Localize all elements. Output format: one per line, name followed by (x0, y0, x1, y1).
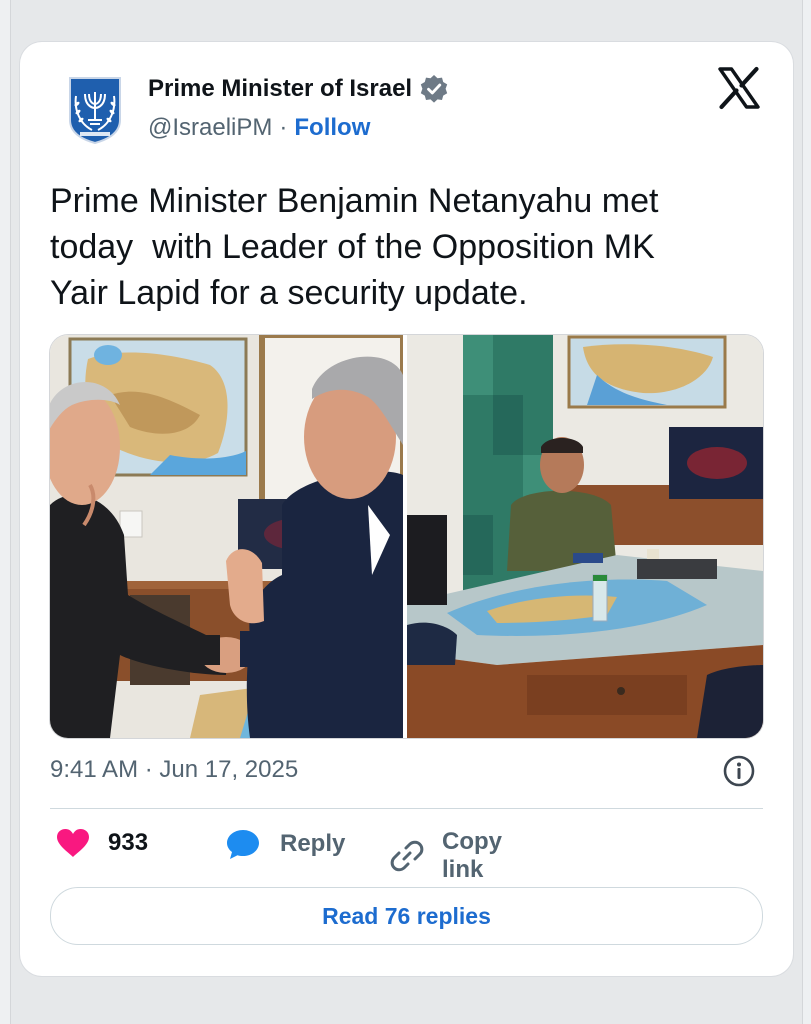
tweet-card[interactable]: Prime Minister of Israel @IsraeliPM · Fo… (20, 42, 793, 976)
follow-button[interactable]: Follow (294, 114, 370, 142)
info-icon[interactable] (722, 754, 756, 788)
read-replies-button[interactable]: Read 76 replies (50, 887, 763, 945)
like-count: 933 (108, 829, 149, 856)
separator-dot: · (279, 114, 288, 141)
like-button[interactable]: 933 (56, 828, 148, 858)
divider (50, 808, 763, 809)
screen-edge-right (802, 0, 811, 1024)
author-name[interactable]: Prime Minister of Israel (148, 75, 412, 103)
tweet-text: Prime Minister Benjamin Netanyahu met to… (50, 182, 659, 312)
heart-icon (56, 828, 90, 858)
reply-bubble-icon (226, 828, 260, 860)
x-logo-icon[interactable] (717, 66, 761, 110)
author-line: Prime Minister of Israel (148, 74, 449, 104)
tweet-timestamp[interactable]: 9:41 AM · Jun 17, 2025 (50, 756, 298, 784)
photo-meeting-room[interactable] (407, 335, 763, 738)
link-icon (390, 839, 424, 873)
copy-link-label: Copy link (442, 828, 502, 883)
author-handle[interactable]: @IsraeliPM (148, 114, 272, 142)
handle-line: @IsraeliPM · Follow (148, 114, 370, 142)
reply-button[interactable]: Reply (226, 828, 345, 860)
reply-label: Reply (280, 830, 346, 857)
copy-link-button[interactable]: Copy link (390, 828, 502, 884)
israel-emblem-avatar[interactable] (66, 76, 124, 145)
media-grid (50, 335, 763, 738)
verified-badge-icon (419, 74, 449, 104)
photo-handshake[interactable] (50, 335, 403, 738)
screen-edge-left (0, 0, 11, 1024)
